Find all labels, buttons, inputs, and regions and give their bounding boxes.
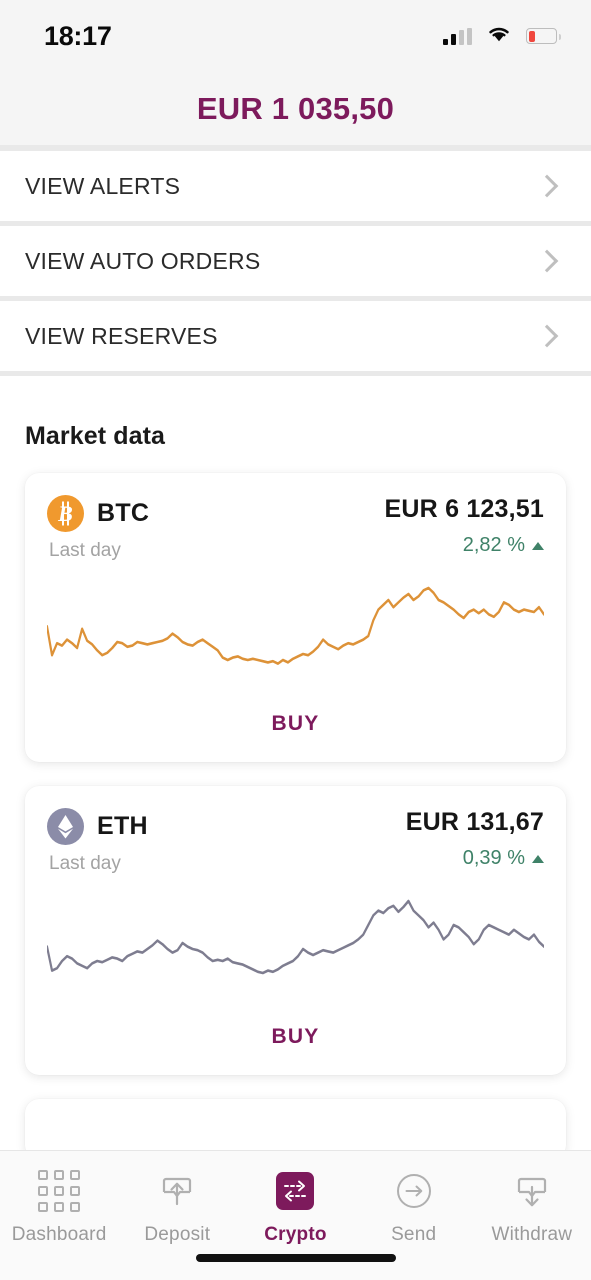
chevron-right-icon [535,324,559,348]
tab-withdraw[interactable]: Withdraw [473,1169,591,1246]
coin-identity: B BTC [47,495,149,532]
upload-box-icon [156,1169,198,1213]
coin-symbol: BTC [97,499,150,527]
menu-item-view-auto-orders[interactable]: VIEW AUTO ORDERS [0,226,591,296]
coin-price-block: EUR 6 123,51 2,82 % [385,495,544,557]
buy-button-btc[interactable]: BUY [47,696,544,762]
market-card-eth[interactable]: ETH Last day EUR 131,67 0,39 % BUY [25,786,566,1075]
balance-header: EUR 1 035,50 [0,72,591,145]
coin-price: EUR 6 123,51 [384,495,544,523]
chevron-right-icon [535,174,559,198]
sparkline-chart-eth [47,889,544,1009]
bottom-tab-bar: Dashboard Deposit Crypto Send Withdraw [0,1150,591,1280]
ethereum-logo-icon [47,808,84,845]
cellular-signal-icon [443,27,472,45]
coin-change: 0,39 % [406,847,544,870]
arrow-right-circle-icon [393,1169,435,1213]
trend-up-icon [532,854,544,863]
menu-item-label: VIEW AUTO ORDERS [25,247,261,274]
tab-crypto[interactable]: Crypto [236,1169,354,1246]
market-card-btc[interactable]: B BTC Last day EUR 6 123,51 2,82 % BUY [25,473,566,762]
menu-item-view-reserves[interactable]: VIEW RESERVES [0,301,591,371]
tab-deposit[interactable]: Deposit [118,1169,236,1246]
coin-identity: ETH [47,808,148,845]
coin-info: B BTC Last day [47,495,149,562]
section-title: Market data [25,422,166,450]
total-balance: EUR 1 035,50 [196,90,395,126]
tab-label: Send [391,1224,437,1245]
buy-button-eth[interactable]: BUY [47,1009,544,1075]
svg-text:B: B [57,501,73,526]
coin-change: 2,82 % [385,534,544,557]
status-bar: 18:17 [0,0,591,72]
grid-icon [38,1169,81,1213]
bitcoin-logo-icon: B [47,495,84,532]
coin-price: EUR 131,67 [405,808,544,836]
home-indicator [195,1254,396,1262]
tab-label: Withdraw [491,1224,573,1245]
coin-change-value: 2,82 % [462,534,525,556]
exchange-arrows-icon [273,1169,317,1213]
status-bar-indicators [443,24,561,48]
coin-period-label: Last day [49,853,121,874]
sparkline-chart-btc [47,576,544,696]
coin-change-value: 0,39 % [462,847,525,869]
chevron-right-icon [535,249,559,273]
trend-up-icon [532,541,544,550]
status-bar-time: 18:17 [44,20,112,51]
sparkline-path [47,586,544,665]
wifi-icon [486,24,512,48]
tab-label: Crypto [264,1224,327,1245]
coin-price-block: EUR 131,67 0,39 % [406,808,544,870]
tab-dashboard[interactable]: Dashboard [0,1169,118,1246]
tab-label: Deposit [144,1224,211,1245]
menu-item-view-alerts[interactable]: VIEW ALERTS [0,151,591,221]
coin-info: ETH Last day [47,808,148,875]
battery-low-icon [526,28,561,44]
tab-label: Dashboard [11,1224,107,1245]
tab-send[interactable]: Send [355,1169,473,1246]
market-data-section: Market data B BTC Last day EUR 6 123,51 … [0,376,591,1159]
coin-period-label: Last day [49,540,121,561]
menu-item-label: VIEW ALERTS [25,172,181,199]
menu-item-label: VIEW RESERVES [25,322,218,349]
coin-symbol: ETH [97,812,148,840]
card-header: B BTC Last day EUR 6 123,51 2,82 % [47,495,544,562]
card-header: ETH Last day EUR 131,67 0,39 % [47,808,544,875]
sparkline-path [47,899,544,975]
download-box-icon [511,1169,553,1213]
